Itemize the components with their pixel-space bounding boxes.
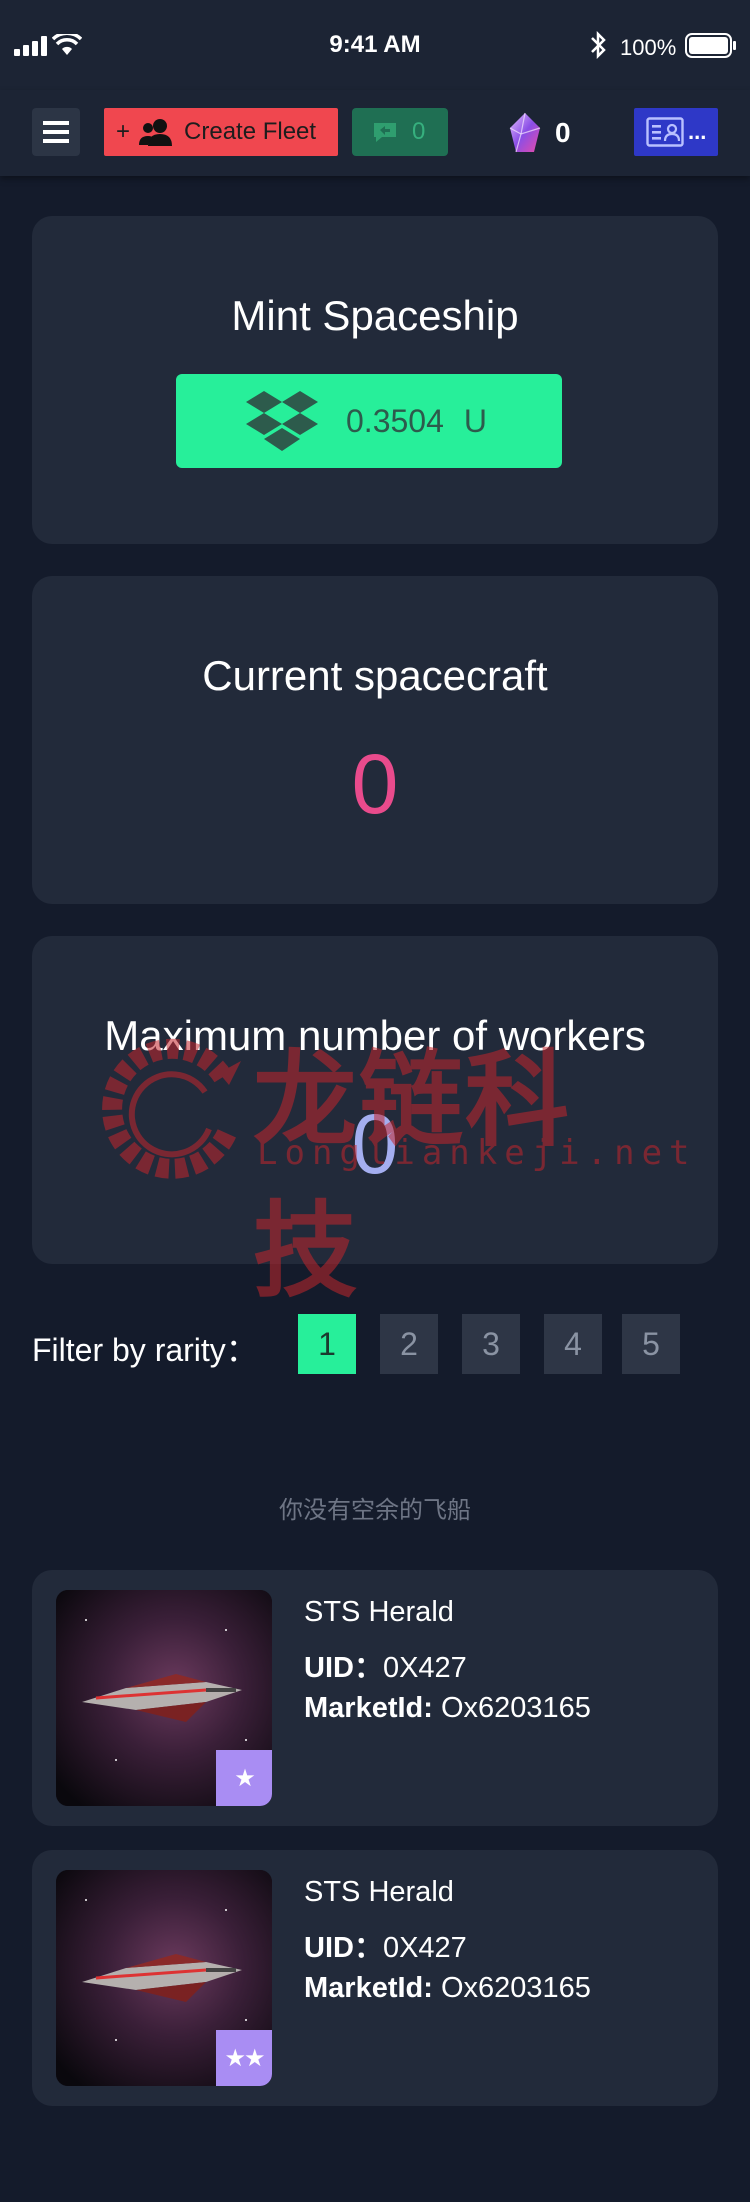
market-id-label: MarketId: [304, 1692, 433, 1724]
current-spacecraft-title: Current spacecraft [202, 652, 548, 699]
create-fleet-label: Create Fleet [184, 118, 317, 145]
menu-button[interactable] [32, 108, 80, 156]
mint-card: Mint Spaceship 0.3504 U [32, 216, 718, 544]
status-bar: 9:41 AM 100% [0, 0, 750, 90]
rarity-filter-5[interactable]: 5 [622, 1314, 680, 1374]
create-fleet-button[interactable]: + Create Fleet [104, 108, 338, 156]
uid-value: 0X427 [382, 1652, 467, 1684]
current-spacecraft-card: Current spacecraft 0 [32, 576, 718, 904]
uid-label: UID： [304, 1652, 383, 1684]
ship-market-id: MarketId: Ox6203165 [304, 1972, 591, 2005]
max-workers-card: Maximum number of workers 0 [32, 936, 718, 1264]
id-card-icon [646, 117, 684, 147]
bluetooth-icon [591, 31, 606, 59]
reply-message-icon [374, 123, 396, 142]
messages-button[interactable]: 0 [352, 108, 448, 156]
ship-card[interactable]: ★★ STS Herald UID：0X427 MarketId: Ox6203… [32, 1850, 718, 2106]
market-id-label: MarketId: [304, 1972, 433, 2004]
ship-name: STS Herald [304, 1876, 454, 1908]
gem-count: 0 [555, 117, 571, 148]
ship-uid: UID：0X427 [304, 1924, 467, 1966]
rarity-filter-4[interactable]: 4 [544, 1314, 602, 1374]
rarity-filter-2[interactable]: 2 [380, 1314, 438, 1374]
rarity-filter-1[interactable]: 1 [298, 1314, 356, 1374]
profile-button[interactable]: ... [634, 108, 718, 156]
ship-uid: UID：0X427 [304, 1644, 467, 1686]
message-count: 0 [412, 118, 426, 145]
profile-more: ... [688, 119, 707, 144]
filter-label: Filter by rarity： [32, 1332, 258, 1368]
mint-title: Mint Spaceship [231, 292, 519, 339]
market-id-value: Ox6203165 [440, 1972, 591, 2004]
rarity-star-badge: ★★ [216, 2030, 272, 2086]
rarity-filter-3[interactable]: 3 [462, 1314, 520, 1374]
mint-button[interactable]: 0.3504 U [176, 374, 562, 468]
market-id-value: Ox6203165 [440, 1692, 591, 1724]
mint-price: 0.3504 [346, 402, 444, 439]
top-nav: + Create Fleet 0 0 ... [0, 90, 750, 176]
battery-icon [685, 33, 736, 58]
ship-name: STS Herald [304, 1596, 454, 1628]
uid-value: 0X427 [382, 1932, 467, 1964]
rarity-star-badge: ★ [216, 1750, 272, 1806]
ship-card[interactable]: ★ STS Herald UID：0X427 MarketId: Ox62031… [32, 1570, 718, 1826]
gem-icon [509, 112, 541, 153]
people-icon [139, 119, 173, 146]
dropbox-box-icon [246, 391, 318, 451]
battery-percent: 100% [620, 35, 677, 60]
plus-icon: + [116, 118, 131, 145]
uid-label: UID： [304, 1932, 383, 1964]
ship-market-id: MarketId: Ox6203165 [304, 1692, 591, 1725]
hamburger-icon [43, 121, 69, 143]
empty-message: 你没有空余的飞船 [279, 1496, 471, 1524]
max-workers-count: 0 [351, 1097, 399, 1191]
max-workers-title: Maximum number of workers [104, 1012, 646, 1059]
current-spacecraft-count: 0 [351, 737, 399, 831]
mint-unit: U [463, 402, 487, 439]
